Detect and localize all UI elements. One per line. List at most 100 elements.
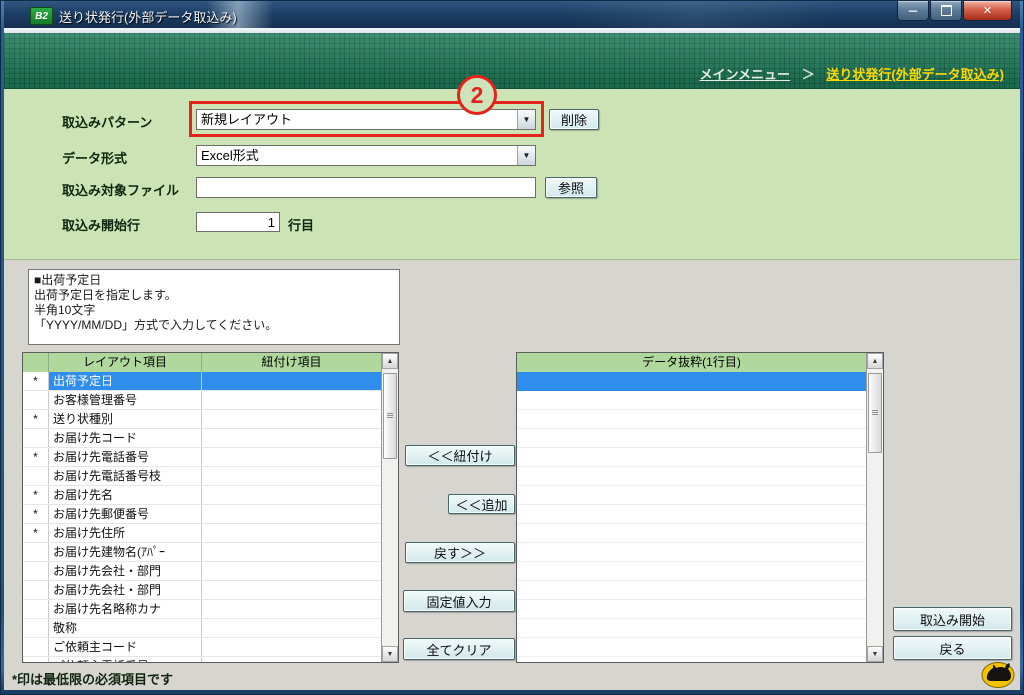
import-pattern-label: 取込みパターン — [62, 115, 153, 130]
layout-table-row[interactable]: お届け先会社・部門 — [23, 562, 381, 581]
layout-table-row[interactable]: * お届け先住所 — [23, 524, 381, 543]
app-icon: B2 — [30, 7, 53, 25]
layout-table-row[interactable]: お届け先建物名(ｱﾊﾟｰ — [23, 543, 381, 562]
required-mark — [23, 562, 49, 580]
start-row-suffix: 行目 — [288, 218, 315, 233]
breadcrumb-main-menu-link[interactable]: メインメニュー — [699, 67, 790, 82]
required-mark — [23, 619, 49, 637]
mapped-item-cell — [202, 391, 381, 409]
mapped-item-cell — [202, 657, 381, 662]
required-mark — [23, 391, 49, 409]
layout-table-row[interactable]: * 送り状種別 — [23, 410, 381, 429]
extract-table-row[interactable] — [517, 524, 866, 543]
header-banner: メインメニュー ＞ 送り状発行(外部データ取込み) — [4, 33, 1020, 89]
field-description-box: ■出荷予定日 出荷予定日を指定します。 半角10文字 「YYYY/MM/DD」方… — [28, 269, 400, 345]
extract-table-row[interactable] — [517, 562, 866, 581]
delete-pattern-button[interactable]: 削除 — [549, 109, 599, 130]
extract-table-row[interactable] — [517, 638, 866, 657]
data-extract-header: データ抜粋(1行目) — [517, 353, 866, 373]
extract-table-row[interactable] — [517, 600, 866, 619]
extract-table-row[interactable] — [517, 391, 866, 410]
layout-item-cell: お届け先電話番号 — [49, 448, 202, 466]
breadcrumb-current-link[interactable]: 送り状発行(外部データ取込み) — [826, 67, 1004, 82]
data-extract-table: データ抜粋(1行目) ▲ ▼ — [516, 352, 884, 663]
layout-item-cell: 出荷予定日 — [49, 372, 202, 390]
import-start-button[interactable]: 取込み開始 — [893, 607, 1012, 631]
extract-table-scrollbar[interactable]: ▲ ▼ — [866, 353, 883, 662]
revert-item-button[interactable]: 戻す＞＞ — [405, 542, 515, 563]
layout-table-row[interactable]: ご依頼主電話番号 — [23, 657, 381, 662]
add-item-button[interactable]: ＜＜追加 — [448, 494, 515, 514]
breadcrumb-separator: ＞ — [801, 67, 815, 82]
layout-table-rows: * 出荷予定日 お客様管理番号 * 送り状種別 お届け先コード * お届け先電話番号 お届け先電… — [23, 372, 381, 662]
scroll-up-icon[interactable]: ▲ — [382, 353, 398, 369]
required-mark — [23, 429, 49, 447]
description-line: 「YYYY/MM/DD」方式で入力してください。 — [34, 318, 278, 332]
layout-table-row[interactable]: * お届け先名 — [23, 486, 381, 505]
chevron-down-icon[interactable]: ▼ — [517, 110, 535, 129]
layout-table-row[interactable]: お届け先コード — [23, 429, 381, 448]
layout-table-row[interactable]: お届け先電話番号枝 — [23, 467, 381, 486]
layout-item-cell: お届け先会社・部門 — [49, 581, 202, 599]
fixed-value-input-button[interactable]: 固定値入力 — [403, 590, 515, 612]
mapped-item-cell — [202, 448, 381, 466]
extract-table-row[interactable] — [517, 372, 866, 391]
required-column-header — [23, 353, 49, 372]
layout-table-row[interactable]: ご依頼主コード — [23, 638, 381, 657]
extract-table-row[interactable] — [517, 448, 866, 467]
required-note: *印は最低限の必須項目です — [12, 672, 174, 687]
layout-item-cell: お届け先電話番号枝 — [49, 467, 202, 485]
maximize-icon — [940, 5, 952, 16]
layout-item-cell: ご依頼主コード — [49, 638, 202, 656]
layout-table-scrollbar[interactable]: ▲ ▼ — [381, 353, 398, 662]
scroll-down-icon[interactable]: ▼ — [867, 646, 883, 662]
extract-table-row[interactable] — [517, 410, 866, 429]
required-mark: * — [23, 448, 49, 466]
chevron-down-icon[interactable]: ▼ — [517, 146, 535, 165]
mapped-item-column-header: 紐付け項目 — [261, 355, 322, 369]
extract-table-row[interactable] — [517, 581, 866, 600]
title-bar[interactable]: B2 送り状発行(外部データ取込み) － ✕ — [4, 1, 1020, 28]
client-area: メインメニュー ＞ 送り状発行(外部データ取込み) 取込みパターン 2 新規レイ… — [4, 28, 1020, 690]
scroll-down-icon[interactable]: ▼ — [382, 646, 398, 662]
maximize-button[interactable] — [930, 1, 962, 21]
extract-table-row[interactable] — [517, 467, 866, 486]
close-button[interactable]: ✕ — [963, 1, 1012, 21]
layout-table-row[interactable]: お届け先名略称カナ — [23, 600, 381, 619]
scroll-up-icon[interactable]: ▲ — [867, 353, 883, 369]
layout-item-cell: お届け先名略称カナ — [49, 600, 202, 618]
breadcrumb: メインメニュー ＞ 送り状発行(外部データ取込み) — [699, 64, 1004, 83]
mapped-item-cell — [202, 619, 381, 637]
scrollbar-thumb[interactable] — [868, 373, 882, 453]
layout-table-row[interactable]: お届け先会社・部門 — [23, 581, 381, 600]
start-row-input[interactable] — [196, 212, 280, 232]
layout-table-row[interactable]: * お届け先郵便番号 — [23, 505, 381, 524]
required-mark — [23, 581, 49, 599]
data-format-select[interactable]: Excel形式 ▼ — [196, 145, 536, 166]
extract-table-row[interactable] — [517, 657, 866, 662]
layout-table-row[interactable]: * お届け先電話番号 — [23, 448, 381, 467]
layout-table-row[interactable]: お客様管理番号 — [23, 391, 381, 410]
layout-table-row[interactable]: 敬称 — [23, 619, 381, 638]
layout-table-row[interactable]: * 出荷予定日 — [23, 372, 381, 391]
extract-table-row[interactable] — [517, 619, 866, 638]
yamato-cat-logo — [981, 662, 1015, 688]
minimize-button[interactable]: － — [897, 1, 929, 21]
extract-table-row[interactable] — [517, 429, 866, 448]
clear-all-button[interactable]: 全てクリア — [403, 638, 515, 660]
import-file-input[interactable] — [196, 177, 536, 198]
mapped-item-cell — [202, 562, 381, 580]
back-button[interactable]: 戻る — [893, 636, 1012, 660]
window-title: 送り状発行(外部データ取込み) — [59, 10, 237, 25]
layout-item-cell: ご依頼主電話番号 — [49, 657, 202, 662]
extract-table-row[interactable] — [517, 486, 866, 505]
mapped-item-cell — [202, 524, 381, 542]
layout-item-cell: お届け先建物名(ｱﾊﾟｰ — [49, 543, 202, 561]
mapped-item-cell — [202, 505, 381, 523]
required-mark: * — [23, 486, 49, 504]
scrollbar-thumb[interactable] — [383, 373, 397, 459]
extract-table-row[interactable] — [517, 505, 866, 524]
bind-item-button[interactable]: ＜＜紐付け — [405, 445, 515, 466]
browse-button[interactable]: 参照 — [545, 177, 597, 198]
extract-table-row[interactable] — [517, 543, 866, 562]
